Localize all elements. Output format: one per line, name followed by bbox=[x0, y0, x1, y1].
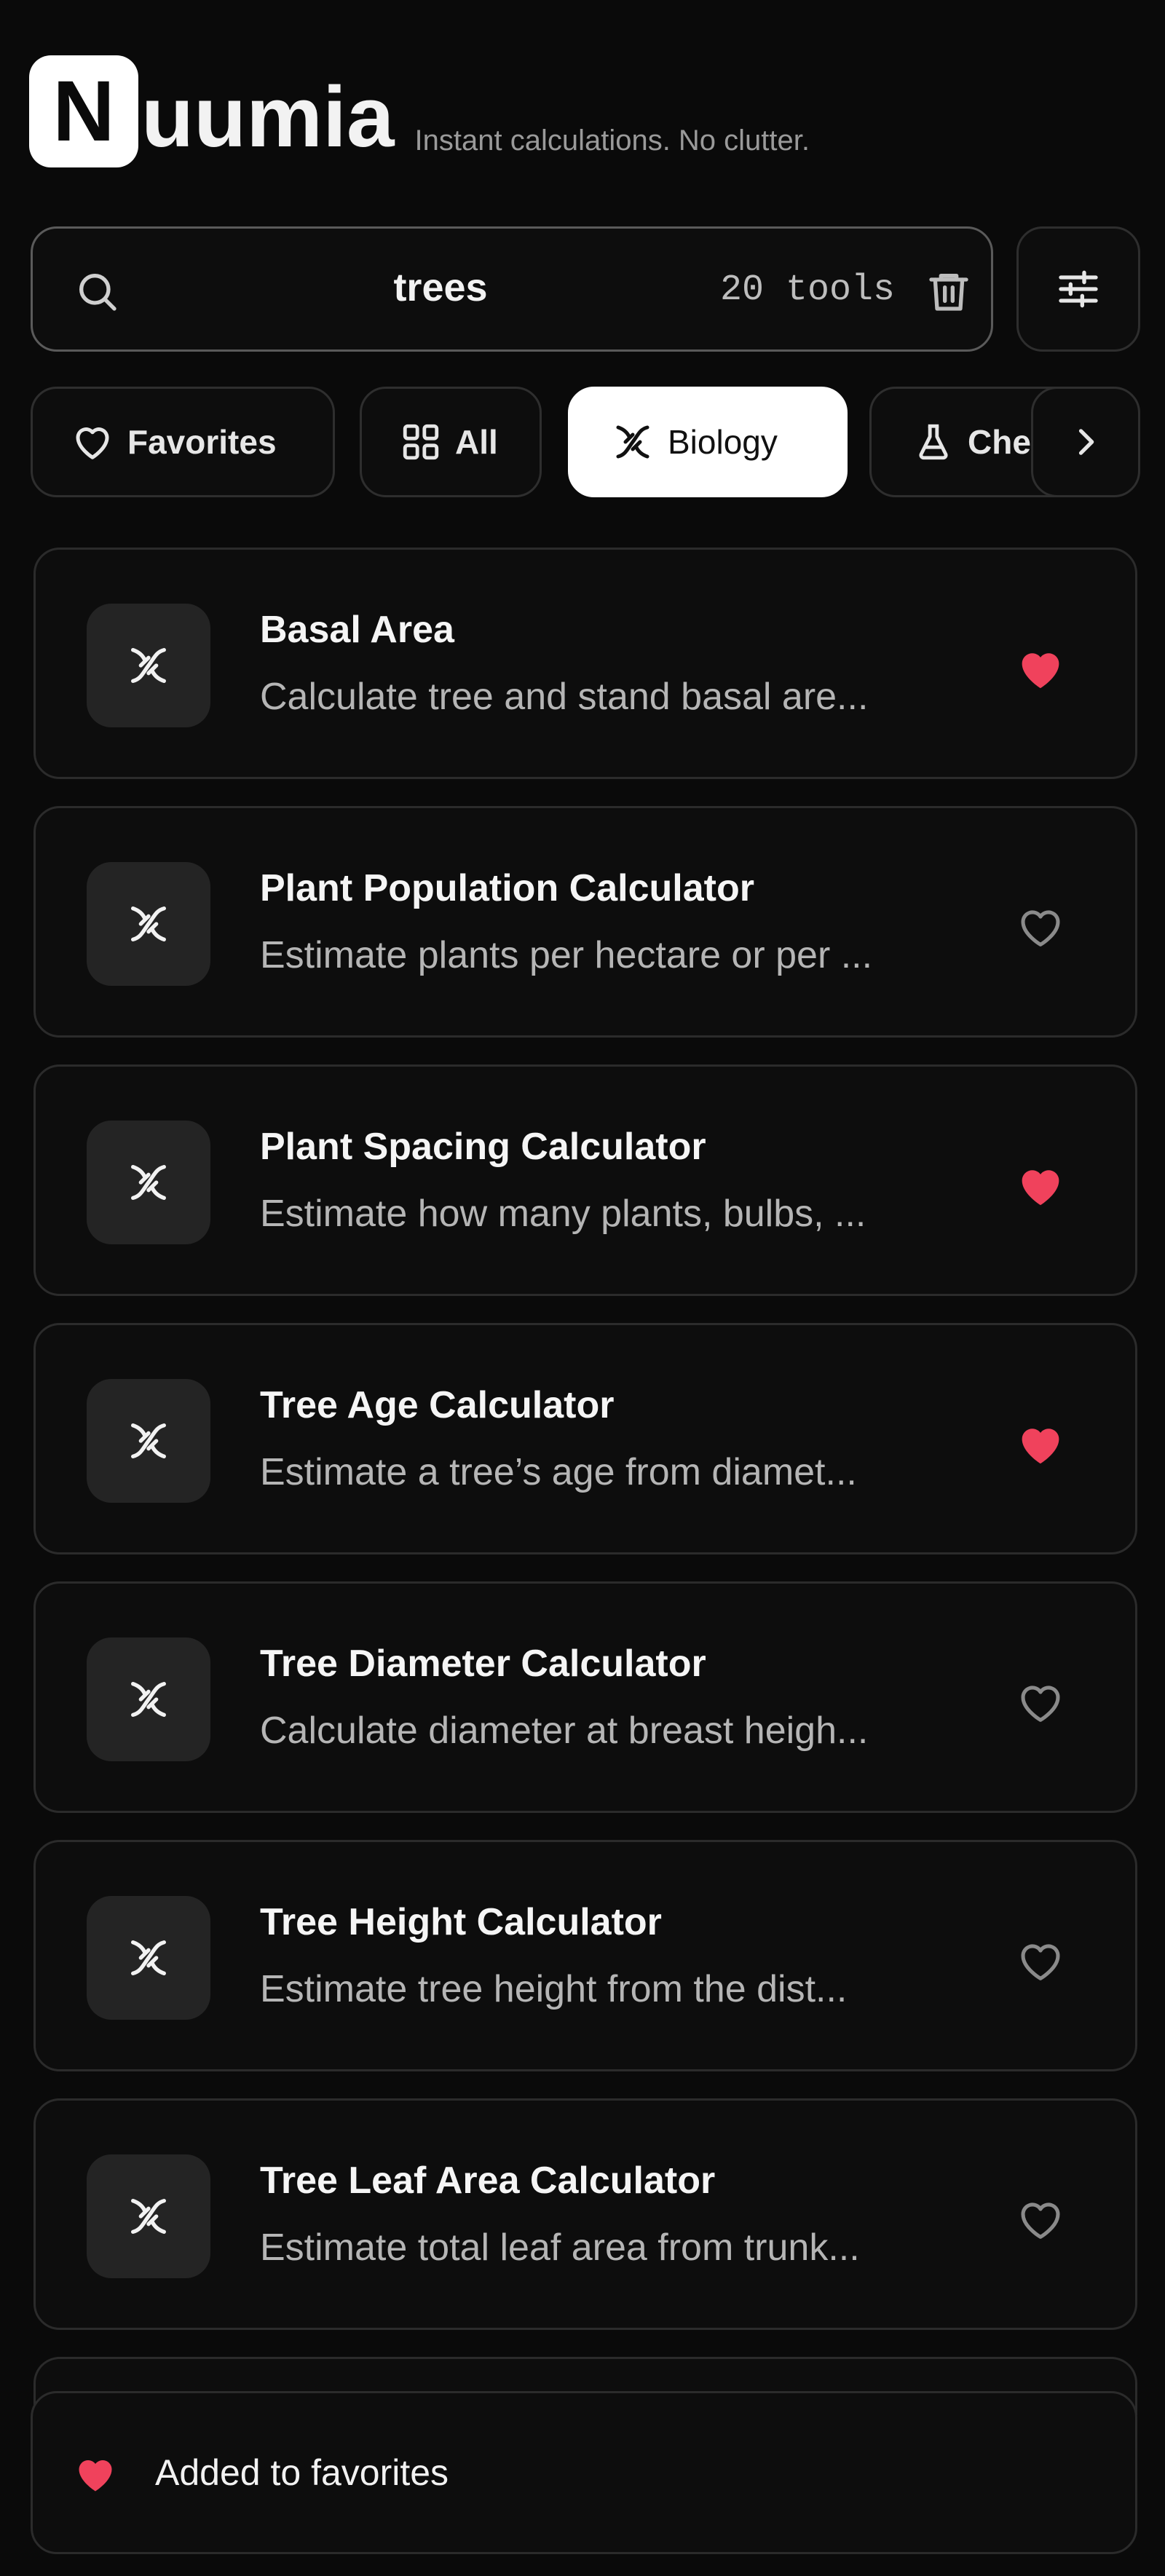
favorite-toggle[interactable] bbox=[1013, 901, 1068, 951]
tool-icon-tile bbox=[87, 1637, 210, 1761]
logo-letter: N bbox=[52, 63, 115, 159]
chip-label: All bbox=[455, 423, 498, 461]
tool-card[interactable]: Tree Leaf Area Calculator Estimate total … bbox=[33, 2098, 1137, 2330]
logo-wordmark: uumia bbox=[141, 69, 395, 165]
heart-outline-icon bbox=[1021, 1686, 1060, 1722]
dna-icon bbox=[616, 425, 649, 459]
favorite-toggle[interactable] bbox=[1013, 1160, 1068, 1209]
search-bar[interactable]: trees 20 tools bbox=[31, 226, 993, 352]
result-count: 20 tools bbox=[720, 269, 896, 311]
favorite-toggle[interactable] bbox=[1013, 2194, 1068, 2243]
tool-icon-tile bbox=[87, 1121, 210, 1244]
chip-all[interactable]: All bbox=[360, 387, 542, 497]
heart-outline-icon bbox=[1021, 910, 1060, 947]
chip-label: Che bbox=[968, 423, 1031, 461]
tool-card[interactable]: Plant Population Calculator Estimate plan… bbox=[33, 806, 1137, 1038]
tool-description: Estimate total leaf area from trunk... bbox=[260, 2227, 860, 2269]
dna-icon bbox=[131, 1940, 166, 1975]
tool-icon-tile bbox=[87, 1379, 210, 1503]
app-header: N uumia Instant calculations. No clutter… bbox=[29, 54, 810, 167]
search-icon bbox=[79, 274, 116, 311]
chip-biology[interactable]: Biology bbox=[568, 387, 848, 497]
tool-description: Estimate how many plants, bulbs, ... bbox=[260, 1193, 866, 1235]
favorite-toggle[interactable] bbox=[1013, 1418, 1068, 1468]
heart-filled-icon bbox=[79, 2460, 112, 2492]
filter-button[interactable] bbox=[1016, 226, 1140, 352]
heart-outline-icon bbox=[1021, 2202, 1060, 2239]
category-chips: Favorites All Biology Che bbox=[31, 387, 1140, 497]
grid-icon bbox=[403, 424, 439, 460]
dna-icon bbox=[131, 2199, 166, 2234]
logo-mark: N bbox=[29, 55, 138, 167]
tool-card[interactable]: Plant Spacing Calculator Estimate how man… bbox=[33, 1064, 1137, 1296]
tool-icon-tile bbox=[87, 862, 210, 986]
favorite-toggle[interactable] bbox=[1013, 1935, 1068, 1985]
trash-icon[interactable] bbox=[925, 268, 972, 315]
favorite-toggle[interactable] bbox=[1013, 1677, 1068, 1726]
tool-description: Calculate diameter at breast heigh... bbox=[260, 1710, 869, 1752]
tool-icon-tile bbox=[87, 2154, 210, 2278]
flask-icon bbox=[919, 424, 948, 460]
chip-label: Favorites bbox=[127, 423, 277, 461]
toast-message: Added to favorites bbox=[155, 2452, 449, 2493]
tool-title: Plant Population Calculator bbox=[260, 867, 754, 909]
tool-title: Basal Area bbox=[260, 609, 454, 651]
dna-icon bbox=[131, 1165, 166, 1200]
tool-title: Tree Diameter Calculator bbox=[260, 1643, 706, 1685]
search-input[interactable]: trees bbox=[266, 265, 615, 310]
heart-filled-icon bbox=[1022, 653, 1059, 689]
chevron-right-icon bbox=[1078, 429, 1094, 455]
dna-icon bbox=[131, 1423, 166, 1458]
toast-notification: Added to favorites bbox=[31, 2391, 1137, 2554]
tagline: Instant calculations. No clutter. bbox=[414, 125, 810, 157]
tool-title: Tree Age Calculator bbox=[260, 1384, 615, 1426]
heart-filled-icon bbox=[1022, 1170, 1059, 1206]
heart-filled-icon bbox=[1022, 1429, 1059, 1464]
tool-title: Plant Spacing Calculator bbox=[260, 1126, 706, 1168]
tool-title: Tree Height Calculator bbox=[260, 1901, 662, 1943]
heart-outline-icon bbox=[76, 427, 109, 459]
tool-description: Calculate tree and stand basal are... bbox=[260, 676, 869, 718]
favorite-toggle[interactable] bbox=[1013, 643, 1068, 692]
tool-card[interactable]: Tree Diameter Calculator Calculate diamet… bbox=[33, 1581, 1137, 1813]
tool-icon-tile bbox=[87, 604, 210, 727]
tool-description: Estimate tree height from the dist... bbox=[260, 1968, 848, 2010]
tool-list: Basal Area Calculate tree and stand basal… bbox=[33, 548, 1137, 2415]
chips-scroll-right-button[interactable] bbox=[1031, 387, 1140, 497]
tool-description: Estimate plants per hectare or per ... bbox=[260, 934, 873, 976]
tool-card[interactable]: Tree Height Calculator Estimate tree heig… bbox=[33, 1840, 1137, 2071]
chip-favorites[interactable]: Favorites bbox=[31, 387, 335, 497]
tool-card[interactable]: Basal Area Calculate tree and stand basal… bbox=[33, 548, 1137, 779]
heart-outline-icon bbox=[1021, 1944, 1060, 1980]
dna-icon bbox=[131, 906, 166, 941]
tool-title: Tree Leaf Area Calculator bbox=[260, 2160, 716, 2202]
tool-card[interactable]: Tree Age Calculator Estimate a tree’s age… bbox=[33, 1323, 1137, 1554]
tool-description: Estimate a tree’s age from diamet... bbox=[260, 1451, 857, 1493]
tool-icon-tile bbox=[87, 1896, 210, 2020]
sliders-icon bbox=[1059, 270, 1098, 308]
dna-icon bbox=[131, 1682, 166, 1717]
chip-label: Biology bbox=[668, 423, 778, 461]
dna-icon bbox=[131, 648, 166, 683]
